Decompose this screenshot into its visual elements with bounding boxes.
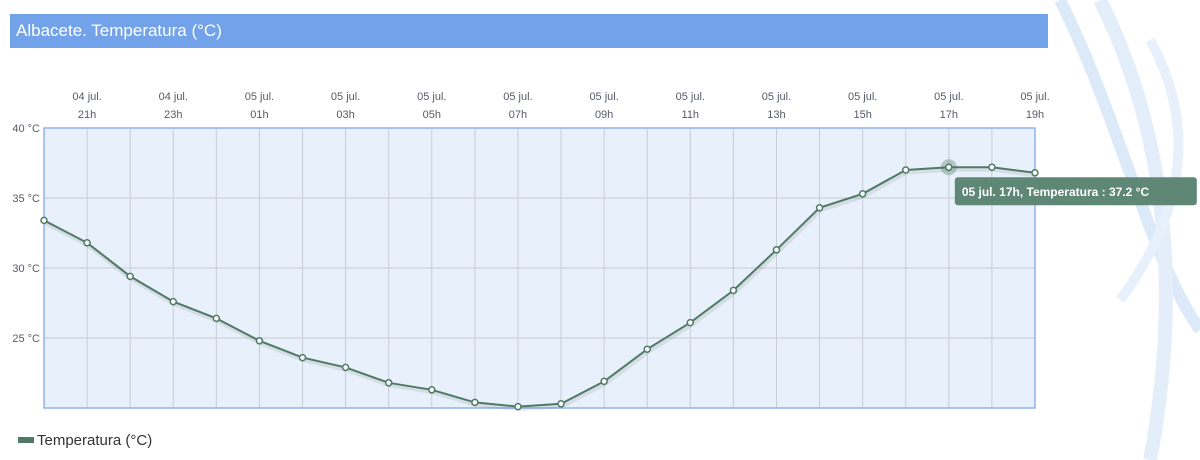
x-tick-label-hour: 21h: [78, 109, 96, 121]
x-tick-label-day: 04 jul.: [72, 91, 101, 103]
x-tick-label-hour: 07h: [509, 109, 527, 121]
y-tick-label: 35 °C: [12, 193, 40, 205]
data-point[interactable]: [471, 398, 479, 407]
x-axis: 04 jul. 21h 04 jul. 23h 05 jul. 01h 05 jul. 03h…: [72, 91, 1049, 121]
data-point[interactable]: [643, 345, 651, 353]
data-point[interactable]: [600, 377, 608, 386]
x-tick-label-day: 05 jul.: [1020, 91, 1049, 103]
data-point[interactable]: [40, 216, 48, 225]
data-point[interactable]: [858, 190, 867, 198]
data-point[interactable]: [255, 337, 264, 345]
data-point[interactable]: [169, 297, 178, 306]
data-point[interactable]: [686, 318, 695, 327]
data-point[interactable]: [83, 239, 91, 247]
data-point[interactable]: [341, 363, 350, 372]
x-tick-label-day: 05 jul.: [848, 91, 877, 103]
x-tick-label-hour: 15h: [853, 109, 871, 121]
x-tick-label-day: 05 jul.: [934, 91, 963, 103]
legend-item-temperatura[interactable]: Temperatura (°C): [18, 430, 152, 450]
data-point[interactable]: [514, 402, 522, 411]
data-point[interactable]: [428, 386, 436, 394]
data-point[interactable]: [298, 353, 307, 362]
x-tick-label-hour: 03h: [336, 109, 354, 121]
data-point[interactable]: [557, 400, 565, 408]
data-point[interactable]: [945, 163, 953, 171]
data-point[interactable]: [384, 379, 393, 387]
data-point[interactable]: [772, 246, 781, 254]
temperature-chart: 40 °C 35 °C 30 °C 25 °C 04 jul. 21h 04 jul. 23…: [12, 91, 1197, 412]
legend-swatch: [18, 437, 34, 443]
x-tick-label-hour: 05h: [423, 109, 441, 121]
data-point[interactable]: [815, 204, 824, 212]
data-point[interactable]: [126, 272, 134, 281]
x-tick-label-hour: 23h: [164, 109, 182, 121]
y-axis: 40 °C 35 °C 30 °C 25 °C: [12, 123, 40, 345]
x-tick-label-hour: 01h: [250, 109, 268, 121]
x-tick-label-day: 05 jul.: [762, 91, 791, 103]
x-tick-label-day: 05 jul.: [503, 91, 532, 103]
tooltip-text: 05 jul. 17h, Temperatura : 37.2 °C: [962, 185, 1150, 199]
x-tick-label-hour: 17h: [940, 109, 958, 121]
data-point[interactable]: [1031, 169, 1039, 177]
tooltip: 05 jul. 17h, Temperatura : 37.2 °C: [954, 177, 1197, 206]
x-tick-label-hour: 09h: [595, 109, 613, 121]
x-tick-label-day: 05 jul.: [331, 91, 360, 103]
x-tick-label-day: 05 jul.: [417, 91, 446, 103]
x-tick-label-day: 05 jul.: [245, 91, 274, 103]
data-point[interactable]: [901, 166, 910, 174]
y-tick-label: 40 °C: [12, 123, 40, 135]
y-tick-label: 25 °C: [12, 333, 40, 345]
data-point[interactable]: [729, 286, 738, 295]
x-tick-label-hour: 19h: [1026, 109, 1044, 121]
x-tick-label-hour: 13h: [767, 109, 785, 121]
legend-label: Temperatura (°C): [37, 431, 153, 449]
y-tick-label: 30 °C: [12, 263, 40, 275]
data-point[interactable]: [988, 163, 996, 171]
x-tick-label-day: 05 jul.: [676, 91, 705, 103]
x-tick-label-day: 05 jul.: [589, 91, 618, 103]
x-tick-label-day: 04 jul.: [159, 91, 188, 103]
x-tick-label-hour: 11h: [682, 109, 700, 121]
data-point[interactable]: [212, 314, 221, 323]
